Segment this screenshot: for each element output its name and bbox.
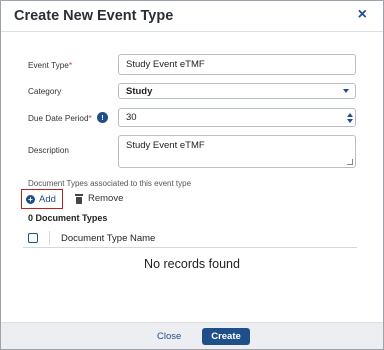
event-type-label: Event Type* (28, 61, 73, 70)
add-document-type-button[interactable]: + Add (21, 189, 63, 209)
close-button[interactable]: Close (157, 331, 181, 342)
due-date-period-stepper[interactable]: 30 (118, 108, 356, 127)
dialog-footer: Close Create (1, 322, 383, 349)
select-all-checkbox[interactable] (28, 233, 38, 243)
due-date-period-label: Due Date Period* (28, 114, 92, 123)
category-value: Study (126, 85, 153, 97)
remove-document-type-button[interactable]: Remove (75, 193, 123, 204)
event-type-value: Study Event eTMF (126, 59, 205, 70)
plus-circle-icon: + (26, 194, 35, 204)
category-label: Category (28, 87, 62, 96)
category-select[interactable]: Study (118, 83, 356, 99)
spin-down-icon[interactable] (346, 118, 353, 123)
add-label: Add (39, 193, 56, 205)
event-type-input[interactable]: Study Event eTMF (118, 54, 356, 75)
spin-up-icon[interactable] (346, 112, 353, 117)
info-icon[interactable]: ! (97, 112, 108, 123)
description-textarea[interactable]: Study Event eTMF (118, 135, 356, 168)
column-divider (49, 231, 50, 245)
empty-state-message: No records found (144, 257, 240, 271)
resize-handle-icon[interactable] (347, 159, 353, 165)
create-button[interactable]: Create (202, 328, 250, 345)
remove-label: Remove (88, 193, 124, 204)
trash-icon (75, 193, 83, 204)
column-header-document-type-name[interactable]: Document Type Name (61, 233, 155, 244)
document-types-table-header: Document Type Name (23, 228, 357, 248)
dialog-header: Create New Event Type × (1, 1, 383, 32)
required-mark: * (88, 114, 92, 123)
description-label: Description (28, 146, 69, 155)
chevron-down-icon (343, 89, 349, 93)
document-types-count: 0 Document Types (28, 213, 108, 223)
dialog-title: Create New Event Type (14, 8, 174, 24)
spinner-arrows-icon[interactable] (344, 109, 355, 126)
document-types-section-label: Document Types associated to this event … (28, 179, 192, 188)
required-mark: * (68, 61, 73, 70)
due-date-period-value: 30 (126, 112, 137, 123)
create-event-type-dialog: Create New Event Type × Event Type* Stud… (0, 0, 384, 350)
close-icon[interactable]: × (358, 6, 367, 24)
description-value: Study Event eTMF (126, 140, 205, 151)
